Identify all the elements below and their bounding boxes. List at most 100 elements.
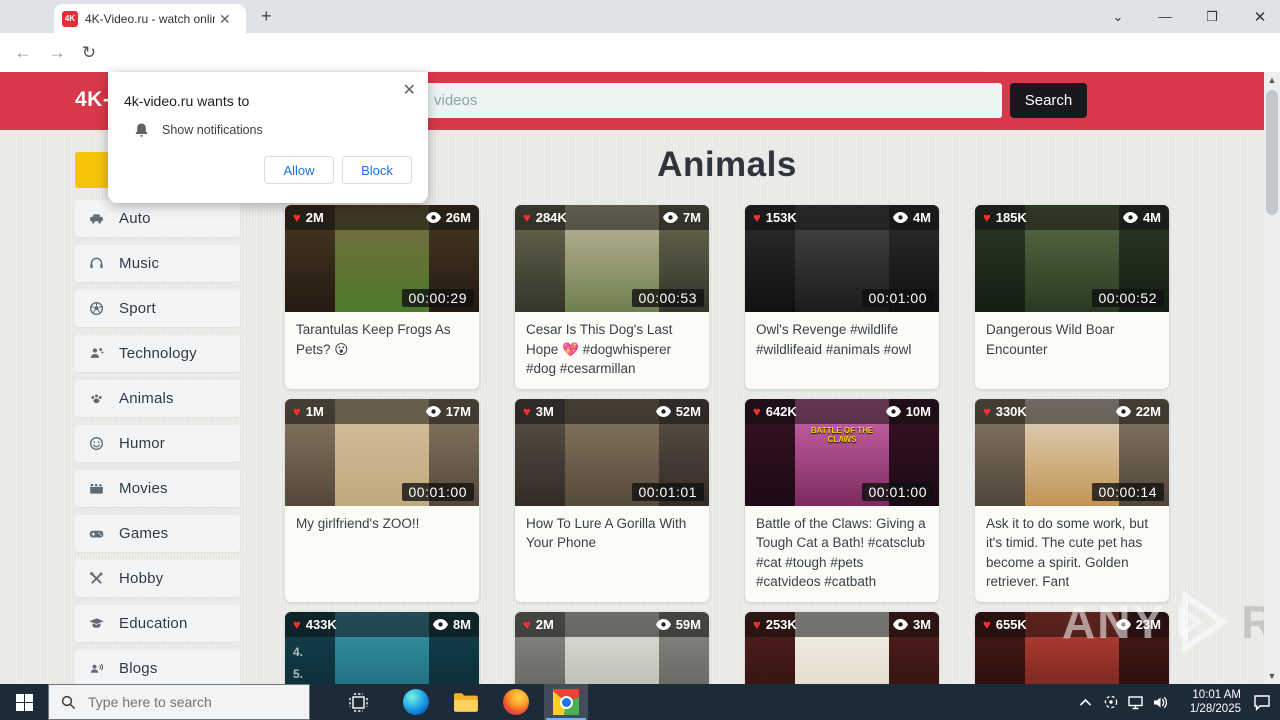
- scroll-down-arrow[interactable]: ▼: [1264, 668, 1280, 684]
- sidebar-item-movies[interactable]: Movies: [75, 470, 240, 507]
- video-title[interactable]: Battle of the Claws: Giving a Tough Cat …: [745, 506, 939, 602]
- views-count: 7M: [662, 210, 701, 225]
- sidebar-item-label: Humor: [119, 435, 166, 452]
- video-thumbnail[interactable]: ♥ 185K 4M 00:00:52: [975, 205, 1169, 312]
- video-thumbnail[interactable]: BATTLE OF THE CLAWS ♥ 642K 10M 00:01:00: [745, 398, 939, 506]
- eye-icon: [885, 405, 901, 417]
- video-thumbnail[interactable]: ♥ 2M 59M: [515, 611, 709, 684]
- sidebar-item-technology[interactable]: Technology: [75, 335, 240, 372]
- blog-icon: [86, 659, 106, 679]
- back-icon[interactable]: ←: [10, 40, 36, 66]
- sidebar-item-sport[interactable]: Sport: [75, 290, 240, 327]
- window-close-button[interactable]: ✕: [1240, 0, 1280, 33]
- video-card[interactable]: ♥ 253K 3M: [745, 611, 939, 684]
- video-card[interactable]: ♥ 655K 23M: [975, 611, 1169, 684]
- sidebar-item-games[interactable]: Games: [75, 515, 240, 552]
- volume-icon[interactable]: [1148, 684, 1173, 720]
- video-card[interactable]: BATTLE OF THE CLAWS ♥ 642K 10M 00:01:00 …: [745, 398, 939, 602]
- likes-count: ♥ 153K: [753, 210, 797, 225]
- file-explorer-taskbar-icon[interactable]: [444, 684, 488, 720]
- video-thumbnail[interactable]: ♥ 153K 4M 00:01:00: [745, 205, 939, 312]
- tray-app-icon[interactable]: [1098, 684, 1123, 720]
- firefox-taskbar-icon[interactable]: [494, 684, 538, 720]
- network-icon[interactable]: [1123, 684, 1148, 720]
- scroll-up-arrow[interactable]: ▲: [1264, 72, 1280, 88]
- page-scrollbar[interactable]: ▲ ▼: [1264, 72, 1280, 684]
- video-card[interactable]: 4. 5. 6. ♥ 433K 8M: [285, 611, 479, 684]
- popup-close-icon[interactable]: ✕: [403, 80, 416, 100]
- block-button[interactable]: Block: [342, 156, 412, 184]
- chrome-taskbar-icon[interactable]: [544, 684, 588, 720]
- eye-icon: [655, 618, 671, 630]
- sidebar-item-hobby[interactable]: Hobby: [75, 560, 240, 597]
- video-thumbnail[interactable]: ♥ 284K 7M 00:00:53: [515, 205, 709, 312]
- browser-tab[interactable]: 4K 4K-Video.ru - watch online video ✕: [54, 4, 246, 33]
- video-thumbnail[interactable]: ♥ 1M 17M 00:01:00: [285, 398, 479, 506]
- video-duration: 00:01:00: [401, 482, 474, 501]
- start-button[interactable]: [0, 684, 48, 720]
- video-card[interactable]: ♥ 2M 26M 00:00:29 Tarantulas Keep Frogs …: [285, 205, 479, 389]
- forward-icon[interactable]: →: [44, 40, 70, 66]
- window-minimize-button[interactable]: —: [1145, 0, 1185, 33]
- edge-taskbar-icon[interactable]: [394, 684, 438, 720]
- task-view-icon[interactable]: [336, 684, 380, 720]
- heart-icon: ♥: [293, 616, 301, 632]
- video-thumbnail[interactable]: ♥ 2M 26M 00:00:29: [285, 205, 479, 312]
- video-title[interactable]: Tarantulas Keep Frogs As Pets? 😮: [285, 312, 479, 370]
- clapper-icon: [86, 479, 106, 499]
- video-title[interactable]: Cesar Is This Dog's Last Hope 💖 #dogwhis…: [515, 312, 709, 389]
- heart-icon: ♥: [523, 403, 531, 419]
- video-thumbnail[interactable]: ♥ 253K 3M: [745, 611, 939, 684]
- sidebar-item-blogs[interactable]: Blogs: [75, 650, 240, 684]
- tab-search-icon[interactable]: ⌄: [1098, 0, 1138, 33]
- video-card[interactable]: ♥ 185K 4M 00:00:52 Dangerous Wild Boar E…: [975, 205, 1169, 389]
- views-count: 23M: [1115, 617, 1161, 632]
- likes-count: ♥ 2M: [523, 616, 554, 632]
- video-card[interactable]: ♥ 1M 17M 00:01:00 My girlfriend's ZOO!!: [285, 398, 479, 602]
- paw-icon: [86, 389, 106, 409]
- taskbar-search-box[interactable]: [48, 684, 310, 720]
- sidebar-item-music[interactable]: Music: [75, 245, 240, 282]
- search-button[interactable]: Search: [1010, 83, 1087, 118]
- views-count: 3M: [892, 617, 931, 632]
- video-thumbnail[interactable]: 4. 5. 6. ♥ 433K 8M: [285, 611, 479, 684]
- video-title[interactable]: How To Lure A Gorilla With Your Phone: [515, 506, 709, 564]
- taskbar-clock[interactable]: 10:01 AM 1/28/2025: [1179, 688, 1241, 717]
- sidebar-item-education[interactable]: Education: [75, 605, 240, 642]
- reload-icon[interactable]: ↻: [76, 40, 102, 66]
- window-maximize-button[interactable]: ❒: [1192, 0, 1232, 33]
- video-card[interactable]: ♥ 3M 52M 00:01:01 How To Lure A Gorilla …: [515, 398, 709, 602]
- video-card[interactable]: ♥ 284K 7M 00:00:53 Cesar Is This Dog's L…: [515, 205, 709, 389]
- video-thumbnail[interactable]: ♥ 3M 52M 00:01:01: [515, 398, 709, 506]
- likes-count: ♥ 3M: [523, 403, 554, 419]
- taskbar-search-input[interactable]: [86, 693, 290, 711]
- video-title[interactable]: Ask it to do some work, but it's timid. …: [975, 506, 1169, 602]
- video-stats-bar: ♥ 642K 10M: [745, 398, 939, 424]
- tab-close-icon[interactable]: ✕: [219, 12, 231, 26]
- video-title[interactable]: My girlfriend's ZOO!!: [285, 506, 479, 564]
- windows-logo-icon: [15, 693, 33, 711]
- allow-button[interactable]: Allow: [264, 156, 334, 184]
- scrollbar-thumb[interactable]: [1266, 90, 1278, 215]
- windows-taskbar: 10:01 AM 1/28/2025: [0, 684, 1280, 720]
- sidebar-item-animals[interactable]: Animals: [75, 380, 240, 417]
- video-card[interactable]: ♥ 153K 4M 00:01:00 Owl's Revenge #wildli…: [745, 205, 939, 389]
- video-card[interactable]: ♥ 2M 59M: [515, 611, 709, 684]
- tray-expand-icon[interactable]: [1073, 684, 1098, 720]
- new-tab-button[interactable]: +: [261, 6, 272, 27]
- action-center-icon[interactable]: [1249, 684, 1274, 720]
- sidebar-item-label: Hobby: [119, 570, 164, 587]
- video-card[interactable]: ♥ 330K 22M 00:00:14 Ask it to do some wo…: [975, 398, 1169, 602]
- video-title[interactable]: Owl's Revenge #wildlife #wildlifeaid #an…: [745, 312, 939, 370]
- browser-toolbar: ← → ↻ 4k-video.ru Install ☆: [0, 33, 1280, 100]
- video-stats-bar: ♥ 284K 7M: [515, 205, 709, 230]
- video-thumbnail[interactable]: ♥ 330K 22M 00:00:14: [975, 398, 1169, 506]
- sidebar-item-auto[interactable]: Auto: [75, 200, 240, 237]
- sidebar-item-humor[interactable]: Humor: [75, 425, 240, 462]
- sidebar-item-label: Education: [119, 615, 188, 632]
- video-title[interactable]: Dangerous Wild Boar Encounter: [975, 312, 1169, 370]
- video-stats-bar: ♥ 1M 17M: [285, 398, 479, 424]
- likes-count: ♥ 185K: [983, 210, 1027, 225]
- video-stats-bar: ♥ 153K 4M: [745, 205, 939, 230]
- video-thumbnail[interactable]: ♥ 655K 23M: [975, 611, 1169, 684]
